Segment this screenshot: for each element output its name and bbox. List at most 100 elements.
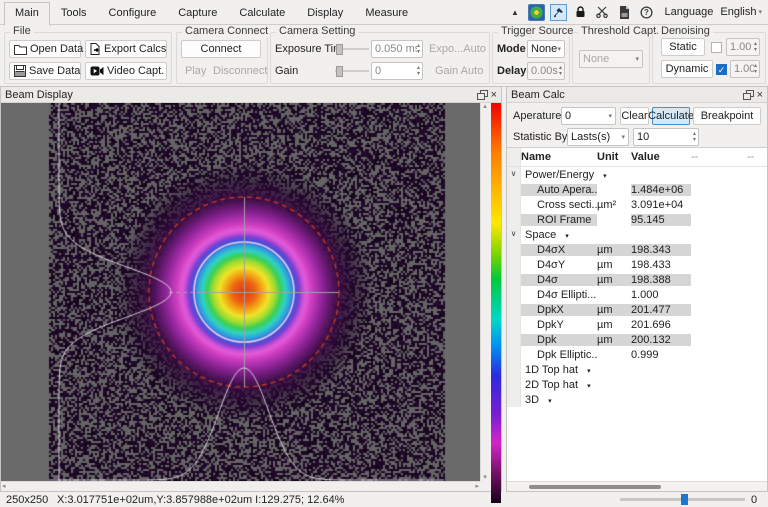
ribbon-toolbar: File Open Data Export Calcs Save Data Vi…	[0, 24, 768, 87]
spin-arrows[interactable]: ▴▾	[754, 41, 759, 53]
scroll-right-icon[interactable]: ▸	[475, 483, 479, 490]
export-calcs-button[interactable]: Export Calcs	[85, 40, 167, 58]
file-group: File Open Data Export Calcs Save Data Vi…	[4, 32, 172, 84]
statistic-mode-select[interactable]: Lasts(s)▾	[567, 128, 629, 146]
calculate-button[interactable]: Calculate	[652, 107, 690, 125]
static-denoise-checkbox[interactable]	[711, 42, 722, 53]
language-select[interactable]: English ▾	[718, 5, 764, 19]
menu-quick-icons: ▲ ? Language English ▾	[506, 2, 764, 22]
scroll-left-icon[interactable]: ◂	[2, 483, 6, 490]
gain-slider-thumb[interactable]	[336, 66, 343, 77]
column-header-value[interactable]: Value	[631, 151, 691, 163]
pin-icon[interactable]	[550, 4, 567, 21]
float-panel-icon[interactable]	[477, 90, 487, 99]
trigger-mode-select[interactable]: None▾	[527, 40, 565, 58]
table-row[interactable]: DpkYµm201.696	[507, 317, 767, 332]
spin-arrows[interactable]: ▴▾	[559, 65, 564, 77]
connect-button[interactable]: Connect	[181, 40, 261, 58]
cursor-coordinates-label: X:3.017751e+02um,Y:3.857988e+02um I:129.…	[57, 494, 344, 506]
column-header-extra1[interactable]: --	[691, 151, 747, 163]
spin-arrows[interactable]: ▴▾	[754, 63, 759, 75]
table-horizontal-scrollbar[interactable]	[507, 481, 767, 491]
tab-configure[interactable]: Configure	[98, 2, 168, 25]
gain-auto-button[interactable]: Gain Auto	[435, 62, 483, 80]
video-capture-button[interactable]: Video Capt.	[85, 62, 167, 80]
collapse-toolbar-icon[interactable]: ▲	[506, 4, 523, 21]
static-denoise-button[interactable]: Static	[661, 38, 705, 56]
table-row[interactable]: Dpkµm200.132	[507, 332, 767, 347]
dynamic-denoise-button[interactable]: Dynamic	[661, 60, 713, 78]
beam-horizontal-scrollbar[interactable]: ◂ ▸	[1, 481, 480, 491]
beam-image-canvas[interactable]	[1, 103, 487, 481]
exposure-auto-button[interactable]: Expo...Auto	[429, 40, 486, 58]
save-data-button[interactable]: Save Data	[9, 62, 81, 80]
tab-capture[interactable]: Capture	[167, 2, 228, 25]
aperture-select[interactable]: 0▾	[561, 107, 616, 125]
close-icon[interactable]: ×	[757, 90, 763, 100]
file-group-title: File	[10, 25, 34, 37]
column-header-unit[interactable]: Unit	[597, 151, 631, 163]
beam-view-icon[interactable]	[528, 4, 545, 21]
group-row[interactable]: 1D Top hat ▾	[507, 362, 767, 377]
table-row[interactable]: D4σXµm198.343	[507, 242, 767, 257]
spin-arrows[interactable]: ▴▾	[417, 65, 422, 77]
scissors-icon[interactable]	[594, 4, 611, 21]
float-panel-icon[interactable]	[743, 90, 753, 99]
scroll-up-icon[interactable]: ▴	[483, 103, 487, 110]
video-camera-icon	[90, 66, 104, 76]
tab-measure[interactable]: Measure	[354, 2, 419, 25]
spin-arrows[interactable]: ▴▾	[417, 43, 422, 55]
table-row[interactable]: Cross secti...µm²3.091e+04	[507, 197, 767, 212]
exposure-spinbox[interactable]: 0.050 ms ▴▾	[371, 40, 423, 58]
beam-vertical-scrollbar[interactable]: ▴ ▾	[480, 103, 489, 481]
beam-calc-header: Beam Calc ×	[507, 87, 767, 103]
table-row[interactable]: Auto Apera...1.484e+06	[507, 182, 767, 197]
group-row[interactable]: ∨Space ▾	[507, 227, 767, 242]
gain-spinbox[interactable]: 0 ▴▾	[371, 62, 423, 80]
exposure-slider-thumb[interactable]	[336, 44, 343, 55]
column-header-extra2[interactable]: --	[747, 151, 767, 163]
scroll-down-icon[interactable]: ▾	[483, 474, 487, 481]
status-slider-thumb[interactable]	[681, 494, 688, 505]
static-denoise-spinbox[interactable]: 1.00 ▴▾	[726, 38, 760, 56]
disconnect-button[interactable]: Disconnect	[213, 62, 267, 80]
table-row[interactable]: D4σµm198.388	[507, 272, 767, 287]
table-row[interactable]: ROI Frame95.145	[507, 212, 767, 227]
open-data-button[interactable]: Open Data	[9, 40, 81, 58]
statistic-by-label: Statistic By	[513, 128, 567, 146]
breakpoint-button[interactable]: Breakpoint	[693, 107, 761, 125]
help-icon[interactable]: ?	[638, 4, 655, 21]
statistic-count-spinbox[interactable]: 10 ▴▾	[633, 128, 699, 146]
play-button[interactable]: Play	[185, 62, 206, 80]
scrollbar-thumb[interactable]	[529, 485, 661, 489]
table-row[interactable]: D4σ Ellipti...1.000	[507, 287, 767, 302]
group-row[interactable]: 2D Top hat ▾	[507, 377, 767, 392]
beam-display-panel: Beam Display × ▴ ▾ ◂ ▸	[0, 86, 502, 492]
table-row[interactable]: D4σYµm198.433	[507, 257, 767, 272]
tab-display[interactable]: Display	[296, 2, 354, 25]
table-header-row: Name Unit Value -- --	[507, 148, 767, 167]
dynamic-denoise-checkbox[interactable]: ✓	[716, 64, 727, 75]
close-icon[interactable]: ×	[491, 90, 497, 100]
status-bar: 250x250 X:3.017751e+02um,Y:3.857988e+02u…	[0, 492, 768, 507]
clear-button[interactable]: Clear	[620, 107, 649, 125]
snapshot-icon[interactable]	[616, 4, 633, 21]
tab-tools[interactable]: Tools	[50, 2, 98, 25]
gain-slider[interactable]	[335, 62, 369, 80]
dynamic-denoise-spinbox[interactable]: 1.00 ▴▾	[730, 60, 760, 78]
status-slider[interactable]	[620, 498, 745, 501]
denoising-group: Denoising Static 1.00 ▴▾ Dynamic ✓ 1.00 …	[652, 32, 766, 84]
trigger-delay-spinbox[interactable]: 0.00s ▴▾	[527, 62, 565, 80]
table-row[interactable]: DpkXµm201.477	[507, 302, 767, 317]
lock-icon[interactable]	[572, 4, 589, 21]
column-header-name[interactable]: Name	[521, 151, 597, 163]
tab-main[interactable]: Main	[4, 2, 50, 26]
threshold-select[interactable]: None▾	[579, 50, 643, 68]
tab-calculate[interactable]: Calculate	[228, 2, 296, 25]
group-row[interactable]: 3D ▾	[507, 392, 767, 407]
table-row[interactable]: Dpk Elliptic...0.999	[507, 347, 767, 362]
chevron-down-icon: ▾	[608, 112, 612, 120]
group-row[interactable]: ∨Power/Energy ▾	[507, 167, 767, 182]
exposure-slider[interactable]	[335, 40, 369, 58]
spin-arrows[interactable]: ▴▾	[693, 131, 698, 143]
